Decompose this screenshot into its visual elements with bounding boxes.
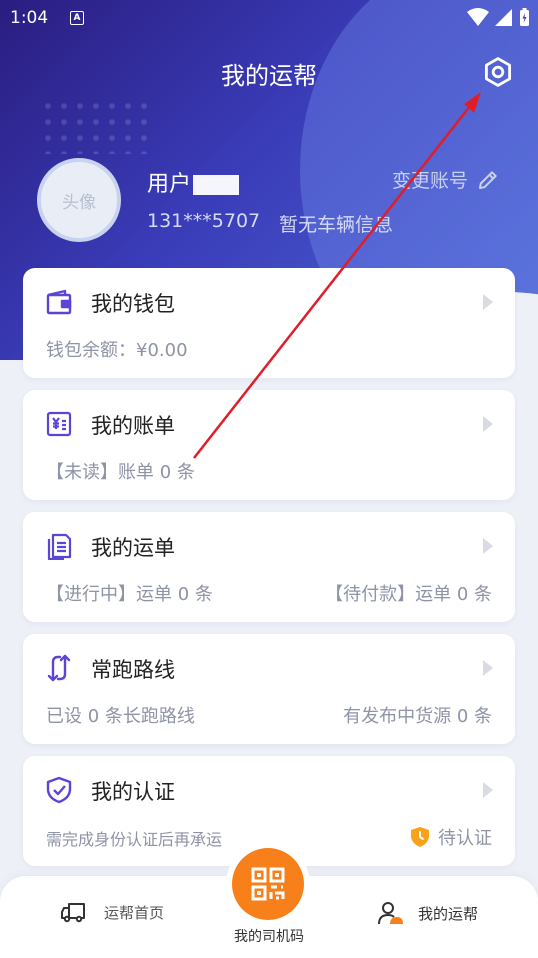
- chevron-right-icon: [483, 782, 493, 798]
- waybill-in-progress: 【进行中】运单 0 条: [46, 584, 213, 605]
- username: 用户: [147, 166, 240, 198]
- avatar-label: 头像: [62, 192, 96, 213]
- chevron-right-icon: [483, 660, 493, 676]
- username-redacted: [193, 175, 240, 195]
- chevron-right-icon: [483, 538, 493, 554]
- wifi-icon: [467, 8, 489, 26]
- waybill-title: 我的运单: [91, 536, 175, 560]
- tab-mine-label: 我的运帮: [418, 904, 479, 923]
- switch-account-button[interactable]: 变更账号: [392, 166, 500, 193]
- routes-card[interactable]: 常跑路线 已设 0 条长跑路线 有发布中货源 0 条: [23, 634, 515, 744]
- bill-card[interactable]: 我的账单 【未读】账单 0 条: [23, 390, 515, 500]
- settings-button[interactable]: [478, 52, 518, 92]
- wallet-title: 我的钱包: [91, 292, 175, 316]
- cert-status-label: 待认证: [438, 828, 492, 849]
- gear-icon: [484, 57, 512, 87]
- avatar[interactable]: 头像: [37, 158, 121, 242]
- driver-qr-button[interactable]: [226, 842, 310, 926]
- tab-home[interactable]: 运帮首页: [60, 900, 164, 924]
- routes-set: 已设 0 条长跑路线: [46, 706, 195, 727]
- bill-icon: [46, 411, 72, 437]
- user-icon: [378, 902, 403, 925]
- wallet-icon: [46, 289, 72, 315]
- wallet-card[interactable]: 我的钱包 钱包余额：¥0.00: [23, 268, 515, 378]
- switch-account-label: 变更账号: [392, 170, 469, 192]
- bill-unread: 【未读】账单 0 条: [46, 462, 195, 483]
- driver-qr-circle: [232, 848, 304, 920]
- truck-icon: [61, 903, 85, 923]
- phone-number: 131***5707: [147, 210, 261, 232]
- battery-icon: [520, 8, 529, 26]
- shield-clock-icon: [411, 827, 429, 847]
- cert-hint: 需完成身份认证后再承运: [46, 830, 223, 849]
- decor-dots: [40, 98, 152, 154]
- page-title: 我的运帮: [221, 62, 317, 90]
- tab-mine[interactable]: 我的运帮: [376, 900, 478, 926]
- chevron-right-icon: [483, 416, 493, 432]
- status-time: 1:04: [10, 8, 49, 28]
- routes-title: 常跑路线: [91, 658, 175, 682]
- signal-icon: [495, 9, 512, 26]
- shield-check-icon: [46, 776, 72, 804]
- chevron-right-icon: [483, 294, 493, 310]
- wallet-balance: 钱包余额：¥0.00: [46, 340, 188, 361]
- system-icons: [467, 7, 530, 27]
- document-icon: [47, 533, 72, 560]
- qr-code-icon: [251, 867, 285, 901]
- status-bar: 1:04 A: [0, 0, 538, 36]
- username-label: 用户: [147, 172, 192, 197]
- bill-title: 我的账单: [91, 414, 175, 438]
- notification-icon: A: [70, 11, 84, 25]
- tab-home-label: 运帮首页: [104, 903, 165, 922]
- routes-available: 有发布中货源 0 条: [343, 706, 492, 727]
- cert-status: 待认证: [410, 824, 492, 850]
- driver-qr-label: 我的司机码: [234, 929, 304, 945]
- waybill-unpaid: 【待付款】运单 0 条: [325, 584, 492, 605]
- waybill-card[interactable]: 我的运单 【进行中】运单 0 条 【待付款】运单 0 条: [23, 512, 515, 622]
- route-icon: [47, 654, 71, 682]
- vehicle-info: 暂无车辆信息: [279, 214, 394, 236]
- cert-title: 我的认证: [91, 780, 175, 804]
- pencil-icon: [479, 170, 497, 189]
